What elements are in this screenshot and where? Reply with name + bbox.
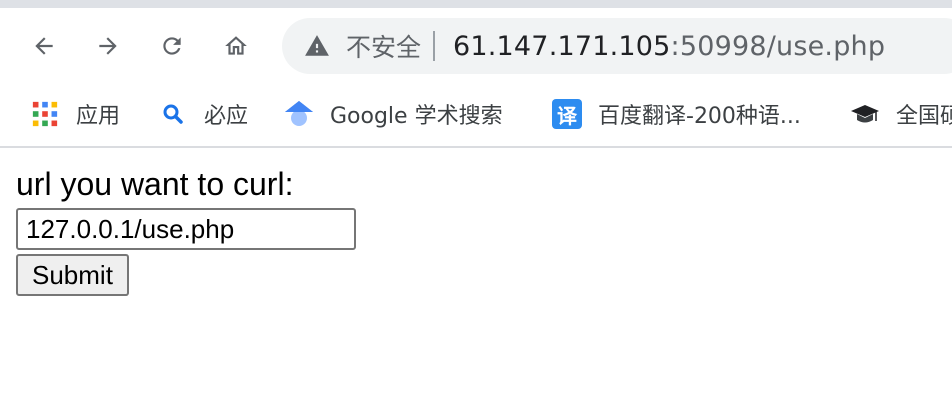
reload-icon: [163, 37, 181, 55]
search-icon: [158, 99, 188, 129]
forward-button[interactable]: [90, 28, 126, 64]
graduation-cap-icon: [850, 99, 880, 129]
home-icon: [225, 36, 247, 55]
bookmark-bing[interactable]: 必应: [158, 94, 248, 134]
address-bar[interactable]: 不安全 61.147.171.105:50998/use.php: [282, 18, 952, 74]
back-button[interactable]: [26, 28, 62, 64]
page-content: url you want to curl: Submit: [16, 164, 356, 296]
security-status-label[interactable]: 不安全: [346, 28, 421, 64]
submit-button[interactable]: Submit: [16, 254, 129, 296]
forward-arrow-icon: [99, 37, 117, 55]
url-host: 61.147.171.105: [453, 30, 671, 62]
bookmark-apps[interactable]: 应用: [30, 94, 120, 134]
bookmark-label: Google 学术搜索: [330, 104, 503, 129]
url-input[interactable]: [16, 208, 356, 250]
tab-strip: [0, 0, 952, 8]
bookmark-label: 必应: [204, 104, 249, 129]
bookmarks-bar: 应用 必应 Google 学术搜索 译 百度翻译-200种语... 全国硕: [0, 84, 952, 148]
reload-button[interactable]: [154, 28, 190, 64]
url-prompt-label: url you want to curl:: [16, 166, 294, 202]
home-button[interactable]: [218, 28, 254, 64]
translate-icon: 译: [552, 99, 582, 129]
bookmark-label: 全国硕: [896, 104, 952, 129]
browser-toolbar: 不安全 61.147.171.105:50998/use.php: [0, 8, 952, 84]
apps-grid-icon: [30, 99, 60, 129]
url-path: :50998/use.php: [670, 30, 886, 62]
bookmark-google-scholar[interactable]: Google 学术搜索: [284, 94, 503, 134]
url-text[interactable]: 61.147.171.105:50998/use.php: [453, 31, 885, 62]
scholar-icon: [284, 99, 314, 129]
back-arrow-icon: [35, 37, 53, 55]
bookmark-label: 百度翻译-200种语...: [598, 104, 801, 129]
bookmark-national[interactable]: 全国硕: [850, 94, 952, 134]
warning-triangle-icon[interactable]: [304, 33, 330, 59]
bookmark-label: 应用: [76, 104, 121, 129]
bookmark-baidu-translate[interactable]: 译 百度翻译-200种语...: [552, 94, 801, 134]
omnibox-divider: [433, 31, 436, 61]
